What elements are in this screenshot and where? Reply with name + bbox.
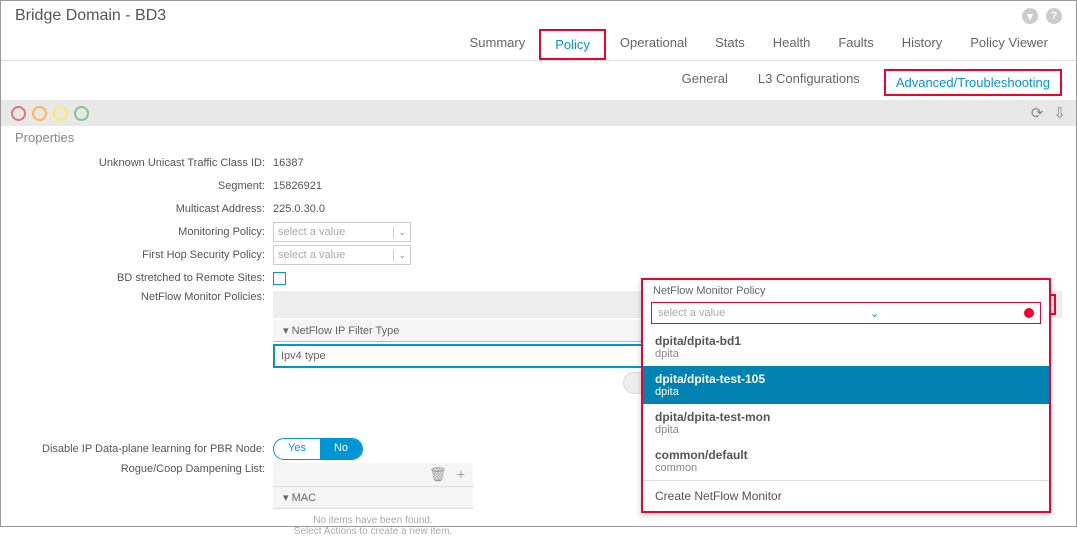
subtab-advanced-troubleshooting[interactable]: Advanced/Troubleshooting	[884, 69, 1062, 96]
bd-stretch-checkbox[interactable]	[273, 272, 286, 285]
firsthop-policy-select[interactable]: select a value ⌄	[273, 245, 411, 265]
subtab-l3-configurations[interactable]: L3 Configurations	[752, 69, 866, 96]
dropdown-search-placeholder: select a value	[658, 307, 725, 319]
dropdown-item[interactable]: dpita/dpita-test-mondpita	[643, 404, 1049, 442]
fault-major-icon[interactable]	[32, 106, 47, 121]
monitoring-policy-select[interactable]: select a value ⌄	[273, 222, 411, 242]
tab-health[interactable]: Health	[759, 29, 825, 60]
firsthop-policy-label: First Hop Security Policy:	[15, 249, 273, 261]
unknown-unicast-value: 16387	[273, 157, 304, 169]
netflow-policies-label: NetFlow Monitor Policies:	[15, 291, 273, 303]
multicast-value: 225.0.30.0	[273, 203, 325, 215]
tab-history[interactable]: History	[888, 29, 956, 60]
netflow-filter-value: Ipv4 type	[281, 350, 326, 362]
dropdown-search-input[interactable]: select a value ⌄	[651, 302, 1041, 324]
tab-policy[interactable]: Policy	[539, 29, 606, 60]
clear-icon[interactable]	[1024, 308, 1034, 318]
firsthop-policy-placeholder: select a value	[278, 249, 345, 261]
netflow-monitor-dropdown: NetFlow Monitor Policy select a value ⌄ …	[641, 278, 1051, 513]
dropdown-item[interactable]: dpita/dpita-test-105dpita	[643, 366, 1049, 404]
dropdown-item[interactable]: common/defaultcommon	[643, 442, 1049, 480]
subtab-general[interactable]: General	[676, 69, 734, 96]
tab-policy-viewer[interactable]: Policy Viewer	[956, 29, 1062, 60]
chevron-down-icon: ⌄	[870, 307, 879, 320]
pbr-label: Disable IP Data-plane learning for PBR N…	[15, 443, 273, 455]
rogue-empty-text: No items have been found. Select Actions…	[273, 509, 473, 543]
fault-critical-icon[interactable]	[11, 106, 26, 121]
rogue-mac-column[interactable]: ▾ MAC	[273, 486, 473, 509]
status-toolbar: ⟳ ⇩	[1, 100, 1076, 126]
dropdown-title: NetFlow Monitor Policy	[643, 280, 1049, 302]
bookmark-icon[interactable]: ▾	[1022, 8, 1038, 24]
create-netflow-monitor-link[interactable]: Create NetFlow Monitor	[643, 480, 1049, 511]
fault-minor-icon[interactable]	[53, 106, 68, 121]
rogue-add-button[interactable]: +	[457, 466, 465, 483]
rogue-label: Rogue/Coop Dampening List:	[15, 463, 273, 475]
download-icon[interactable]: ⇩	[1053, 104, 1066, 122]
dropdown-item[interactable]: dpita/dpita-bd1dpita	[643, 328, 1049, 366]
tab-stats[interactable]: Stats	[701, 29, 759, 60]
pbr-yes[interactable]: Yes	[274, 439, 320, 459]
monitoring-policy-placeholder: select a value	[278, 226, 345, 238]
pbr-toggle[interactable]: Yes No	[273, 438, 363, 460]
segment-value: 15826921	[273, 180, 322, 192]
pbr-no[interactable]: No	[320, 439, 362, 459]
monitoring-policy-label: Monitoring Policy:	[15, 226, 273, 238]
chevron-down-icon: ⌄	[393, 250, 406, 261]
netflow-filter-select[interactable]: Ipv4 type ⌄	[273, 344, 673, 368]
refresh-icon[interactable]: ⟳	[1031, 104, 1044, 122]
help-icon[interactable]: ?	[1046, 8, 1062, 24]
fault-healthy-icon[interactable]	[74, 106, 89, 121]
netflow-filter-header[interactable]: ▾ NetFlow IP Filter Type	[273, 320, 673, 342]
secondary-tabs: General L3 Configurations Advanced/Trouble…	[1, 61, 1076, 100]
rogue-trash-icon[interactable]: 🗑	[429, 466, 447, 483]
properties-section-title: Properties	[1, 126, 1076, 149]
tab-faults[interactable]: Faults	[824, 29, 887, 60]
chevron-down-icon: ⌄	[393, 227, 406, 238]
primary-tabs: SummaryPolicyOperationalStatsHealthFault…	[1, 29, 1076, 61]
multicast-label: Multicast Address:	[15, 203, 273, 215]
segment-label: Segment:	[15, 180, 273, 192]
bd-stretch-label: BD stretched to Remote Sites:	[15, 272, 273, 284]
unknown-unicast-label: Unknown Unicast Traffic Class ID:	[15, 157, 273, 169]
tab-operational[interactable]: Operational	[606, 29, 701, 60]
page-title: Bridge Domain - BD3	[15, 7, 166, 25]
tab-summary[interactable]: Summary	[456, 29, 540, 60]
